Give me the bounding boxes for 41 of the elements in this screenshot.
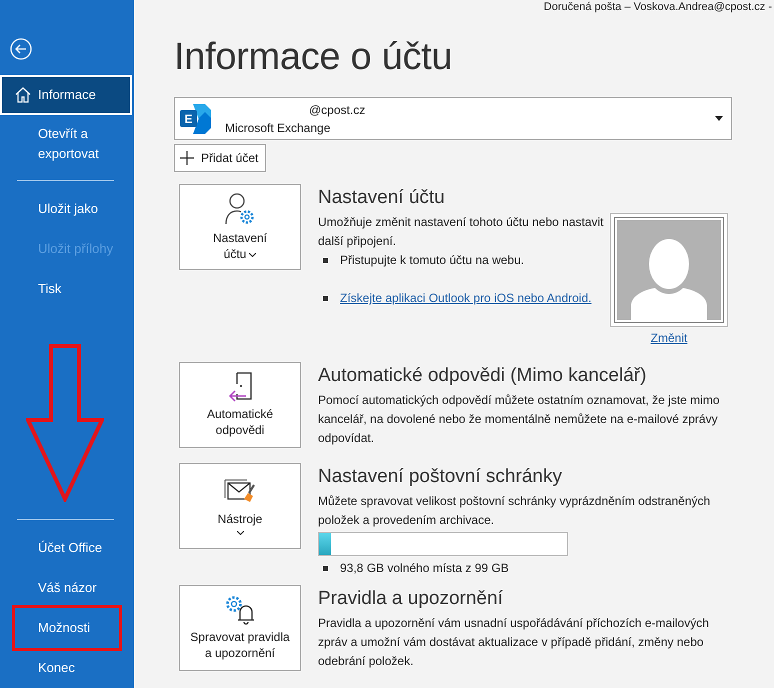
section-heading: Pravidla a upozornění xyxy=(318,588,504,610)
section-heading: Nastavení poštovní schránky xyxy=(318,466,563,488)
person-silhouette-icon xyxy=(617,220,721,320)
bullet-icon xyxy=(323,258,328,263)
sidebar-item[interactable]: Uložit jako xyxy=(0,189,132,229)
sidebar-item[interactable]: Otevřít a exportovat xyxy=(0,115,132,173)
sidebar-item[interactable]: Tisk xyxy=(0,269,132,309)
chevron-down-icon xyxy=(249,252,256,257)
section-tile-button[interactable]: Spravovat pravidla a upozornění xyxy=(179,585,301,671)
bullet-icon xyxy=(323,296,328,301)
window-title: Doručená pošta – Voskova.Andrea@cpost.cz - xyxy=(544,1,772,13)
outlook-app-link[interactable]: Získejte aplikaci Outlook pro iOS nebo Android. xyxy=(340,289,592,308)
change-photo-link[interactable]: Změnit xyxy=(650,331,688,345)
section-tile-button[interactable]: Automatické odpovědi xyxy=(179,362,301,448)
section-description: Můžete spravovat velikost poštovní schránky vyprázdněním odstraněných položek a provedením archivace. xyxy=(318,493,712,529)
sidebar-item[interactable]: Informace xyxy=(0,75,132,115)
storage-reading: 93,8 GB volného místa z 99 GB xyxy=(340,560,509,577)
bullet-icon xyxy=(323,566,328,571)
section-heading: Nastavení účtu xyxy=(318,187,446,209)
page-title: Informace o účtu xyxy=(174,36,454,79)
home-icon xyxy=(14,86,32,104)
bullet-text: Přistupujte k tomuto účtu na webu. xyxy=(340,252,524,269)
caret-icon xyxy=(715,116,723,121)
sidebar-item[interactable]: Konec xyxy=(0,648,132,688)
account-dropdown[interactable]: E @cpost.cz Microsoft Exchange xyxy=(174,97,732,140)
section-description: Pravidla a upozornění vám usnadní uspořádávání příchozích e-mailových zpráv a umožní vám dostávat aktualizace v případě přidání, změny nebo odebrání položek. xyxy=(318,615,710,670)
section-tile-button[interactable]: Nástroje xyxy=(179,463,301,549)
plus-icon xyxy=(179,150,195,166)
back-icon[interactable] xyxy=(10,38,32,60)
add-account-button[interactable]: Přidat účet xyxy=(174,144,266,172)
section-description: Pomocí automatických odpovědí můžete ostatním oznamovat, že jste mimo kancelář, na dovolené nebo že momentálně nemůžete na e-mailové zprávy odpovídat. xyxy=(318,392,721,447)
sidebar-item[interactable]: Váš názor xyxy=(0,568,132,608)
chevron-down-icon xyxy=(236,531,244,535)
person-gear-icon xyxy=(224,192,256,226)
section-description: Umožňuje změnit nastavení tohoto účtu nebo nastavit další připojení. xyxy=(318,214,605,250)
gear-bell-icon xyxy=(224,595,256,625)
sidebar-item[interactable]: Účet Office xyxy=(0,528,132,568)
section-heading: Automatické odpovědi (Mimo kancelář) xyxy=(318,365,648,387)
section-tile-button[interactable]: Nastavení účtu xyxy=(179,184,301,270)
sidebar-item[interactable]: Možnosti xyxy=(12,605,122,651)
door-arrow-icon xyxy=(227,372,253,402)
